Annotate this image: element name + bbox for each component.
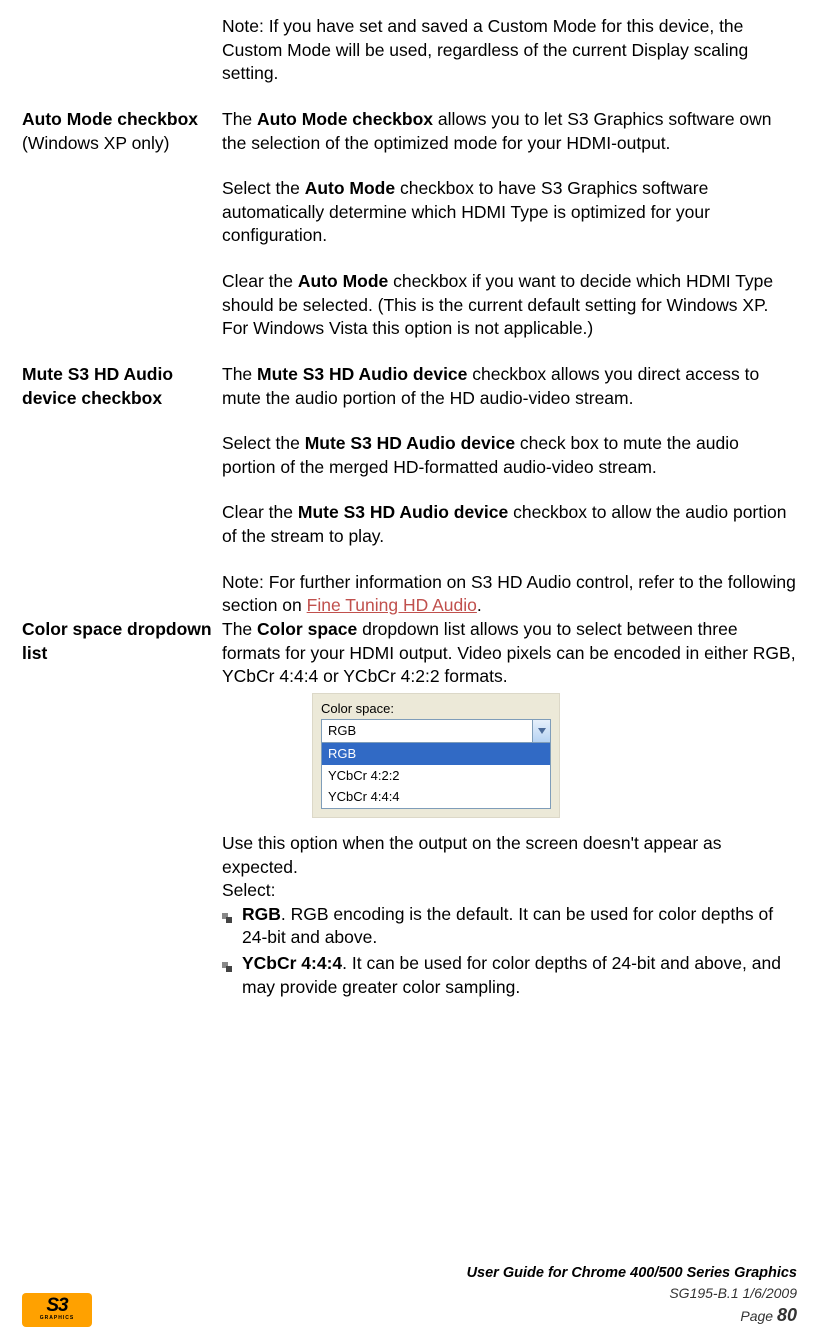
color-space-selected-value: RGB — [322, 720, 532, 742]
color-space-option-422[interactable]: YCbCr 4:2:2 — [322, 765, 550, 787]
label-color-space: Color space dropdown list — [22, 618, 222, 665]
content-color-space: The Color space dropdown list allows you… — [222, 618, 797, 1001]
color-space-option-444[interactable]: YCbCr 4:4:4 — [322, 786, 550, 808]
footer-title: User Guide for Chrome 400/500 Series Gra… — [467, 1264, 797, 1284]
label-auto-mode-reg: (Windows XP only) — [22, 132, 212, 156]
color-space-dropdown-panel: Color space: RGB RGB YCbCr 4:2:2 YCbCr 4… — [312, 693, 560, 818]
list-item: RGB. RGB encoding is the default. It can… — [222, 903, 797, 950]
auto-mode-p3: Clear the Auto Mode checkbox if you want… — [222, 270, 797, 341]
row-mute-audio: Mute S3 HD Audio device checkbox The Mut… — [22, 363, 797, 618]
row-color-space: Color space dropdown list The Color spac… — [22, 618, 797, 1001]
mute-p3: Clear the Mute S3 HD Audio device checkb… — [222, 501, 797, 548]
bullet-icon — [222, 903, 242, 930]
document-page: Note: If you have set and saved a Custom… — [0, 0, 819, 1335]
mute-p1: The Mute S3 HD Audio device checkbox all… — [222, 363, 797, 410]
mute-p2: Select the Mute S3 HD Audio device check… — [222, 432, 797, 479]
auto-mode-p1: The Auto Mode checkbox allows you to let… — [222, 108, 797, 155]
footer-doc-id: SG195-B.1 1/6/2009 — [467, 1284, 797, 1303]
mute-p4: Note: For further information on S3 HD A… — [222, 571, 797, 618]
bullet-icon — [222, 952, 242, 979]
footer-page: Page 80 — [467, 1303, 797, 1327]
content-auto-mode: The Auto Mode checkbox allows you to let… — [222, 108, 797, 363]
bullet-text: YCbCr 4:4:4. It can be used for color de… — [242, 952, 797, 999]
fine-tuning-hd-audio-link[interactable]: Fine Tuning HD Audio — [307, 595, 477, 615]
content-intro: Note: If you have set and saved a Custom… — [222, 15, 797, 108]
intro-note-text: Note: If you have set and saved a Custom… — [222, 15, 797, 86]
page-footer: S3 GRAPHICS User Guide for Chrome 400/50… — [22, 1264, 797, 1327]
footer-text-block: User Guide for Chrome 400/500 Series Gra… — [467, 1264, 797, 1327]
label-mute-audio: Mute S3 HD Audio device checkbox — [22, 363, 222, 410]
dropdown-arrow-icon[interactable] — [532, 720, 550, 742]
color-space-p2: Use this option when the output on the s… — [222, 832, 797, 879]
row-auto-mode: Auto Mode checkbox (Windows XP only) The… — [22, 108, 797, 363]
bullet-text: RGB. RGB encoding is the default. It can… — [242, 903, 797, 950]
color-space-bullet-list: RGB. RGB encoding is the default. It can… — [222, 903, 797, 1000]
color-space-select[interactable]: RGB RGB YCbCr 4:2:2 YCbCr 4:4:4 — [321, 719, 551, 809]
content-mute-audio: The Mute S3 HD Audio device checkbox all… — [222, 363, 797, 618]
label-mute-audio-bold: Mute S3 HD Audio device checkbox — [22, 363, 212, 410]
color-space-p3: Select: — [222, 879, 797, 903]
color-space-selected-row[interactable]: RGB — [322, 720, 550, 742]
label-auto-mode-bold: Auto Mode checkbox — [22, 108, 212, 132]
label-color-space-bold: Color space dropdown list — [22, 618, 212, 665]
color-space-options-list: RGB YCbCr 4:2:2 YCbCr 4:4:4 — [322, 742, 550, 808]
list-item: YCbCr 4:4:4. It can be used for color de… — [222, 952, 797, 999]
auto-mode-p2: Select the Auto Mode checkbox to have S3… — [222, 177, 797, 248]
color-space-title-label: Color space: — [321, 700, 551, 718]
color-space-option-rgb[interactable]: RGB — [322, 743, 550, 765]
label-auto-mode: Auto Mode checkbox (Windows XP only) — [22, 108, 222, 155]
color-space-p1: The Color space dropdown list allows you… — [222, 618, 797, 689]
s3-logo-icon: S3 GRAPHICS — [22, 1293, 92, 1327]
row-intro: Note: If you have set and saved a Custom… — [22, 15, 797, 108]
